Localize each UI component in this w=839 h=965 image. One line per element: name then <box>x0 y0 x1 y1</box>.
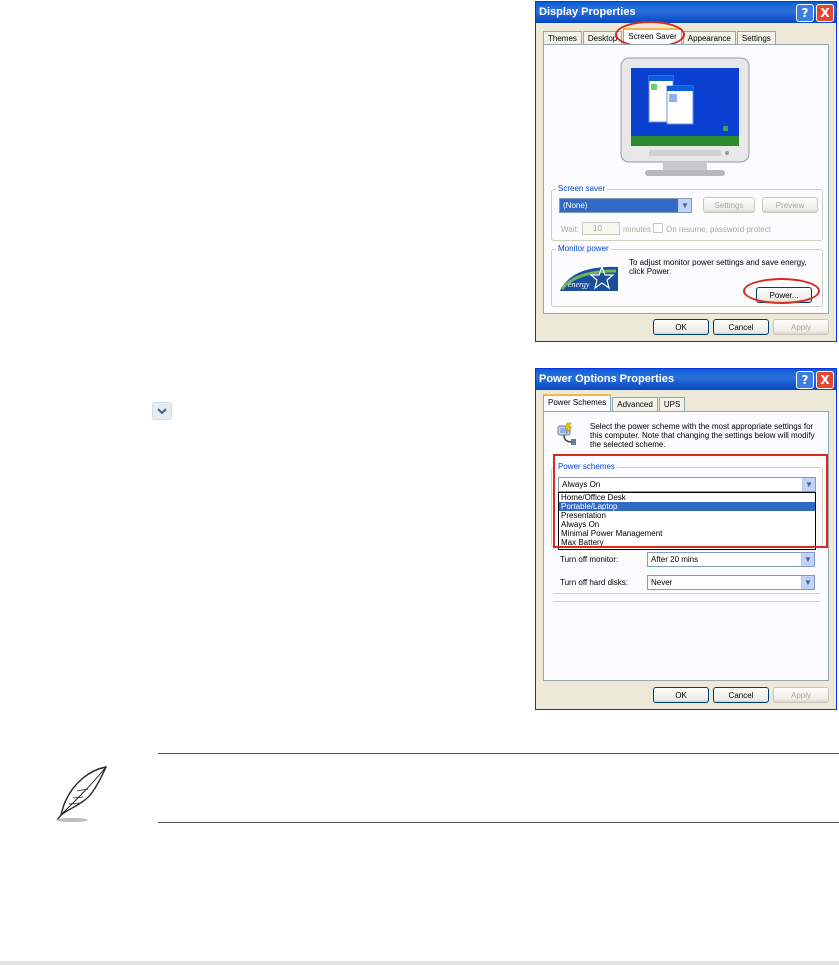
tab-strip: Power Schemes Advanced UPS <box>543 394 686 411</box>
window-title: Display Properties <box>539 6 636 18</box>
turn-off-monitor-label: Turn off monitor: <box>560 555 619 564</box>
close-button[interactable]: X <box>816 4 834 22</box>
energy-star-logo: energy <box>558 263 620 293</box>
close-button[interactable]: X <box>816 371 834 389</box>
turn-off-monitor-select[interactable]: After 20 mins ▼ <box>647 552 815 567</box>
minutes-label: minutes <box>623 225 652 234</box>
wait-label: Wait: <box>561 225 579 234</box>
chevron-down-icon[interactable]: ▼ <box>801 553 814 566</box>
on-resume-label: On resume, password protect <box>666 225 771 234</box>
preview-button[interactable]: Preview <box>762 197 818 213</box>
note-top-rule <box>158 753 839 754</box>
screen-saver-value: (None) <box>563 201 588 210</box>
power-schemes-highlight <box>553 454 828 548</box>
power-scheme-description: Select the power scheme with the most ap… <box>590 422 815 449</box>
wait-value: 10 <box>593 224 602 233</box>
tab-advanced[interactable]: Advanced <box>612 397 658 411</box>
power-options-window: Power Options Properties ? X Power Schem… <box>535 368 837 710</box>
crt-monitor-icon <box>619 56 751 178</box>
tab-appearance[interactable]: Appearance <box>682 31 736 45</box>
tab-ups[interactable]: UPS <box>658 397 686 411</box>
display-properties-window: Display Properties ? X Themes Desktop Sc… <box>535 1 837 342</box>
turn-off-hard-disks-label: Turn off hard disks: <box>560 578 629 587</box>
screen-saver-group-label: Screen saver <box>556 184 608 193</box>
monitor-power-text: To adjust monitor power settings and sav… <box>629 258 807 276</box>
apply-button[interactable]: Apply <box>773 687 829 703</box>
apply-button[interactable]: Apply <box>773 319 829 335</box>
cancel-button[interactable]: Cancel <box>713 319 769 335</box>
page-footer-band <box>0 961 839 965</box>
monitor-power-group-label: Monitor power <box>556 244 611 253</box>
tab-settings[interactable]: Settings <box>736 31 776 45</box>
tab-power-schemes[interactable]: Power Schemes <box>543 394 612 411</box>
power-plug-icon <box>554 422 578 446</box>
energy-logo-text: energy <box>568 280 590 289</box>
tab-panel: Screen saver (None) ▼ Settings Preview W… <box>543 44 829 314</box>
ok-button[interactable]: OK <box>653 687 709 703</box>
power-button-highlight <box>743 278 820 304</box>
cancel-button[interactable]: Cancel <box>713 687 769 703</box>
quill-feather-icon <box>50 764 112 824</box>
turn-off-hard-disks-value: Never <box>651 578 673 587</box>
window-title: Power Options Properties <box>539 373 675 385</box>
chevron-down-icon[interactable]: ▼ <box>678 199 691 212</box>
screen-saver-select[interactable]: (None) ▼ <box>559 198 692 213</box>
help-button[interactable]: ? <box>796 371 814 389</box>
wait-stepper[interactable]: 10 <box>582 222 620 235</box>
chevron-down-icon <box>152 402 172 420</box>
settings-button[interactable]: Settings <box>703 197 755 213</box>
ok-button[interactable]: OK <box>653 319 709 335</box>
divider <box>554 601 820 602</box>
turn-off-monitor-value: After 20 mins <box>651 555 699 564</box>
tab-themes[interactable]: Themes <box>543 31 582 45</box>
turn-off-hard-disks-select[interactable]: Never ▼ <box>647 575 815 590</box>
window-titlebar: Display Properties ? X <box>536 2 836 23</box>
divider <box>554 593 820 594</box>
window-titlebar: Power Options Properties ? X <box>536 369 836 390</box>
help-button[interactable]: ? <box>796 4 814 22</box>
chevron-down-icon[interactable]: ▼ <box>801 576 814 589</box>
on-resume-checkbox[interactable] <box>653 223 663 233</box>
note-bottom-rule <box>158 822 839 823</box>
